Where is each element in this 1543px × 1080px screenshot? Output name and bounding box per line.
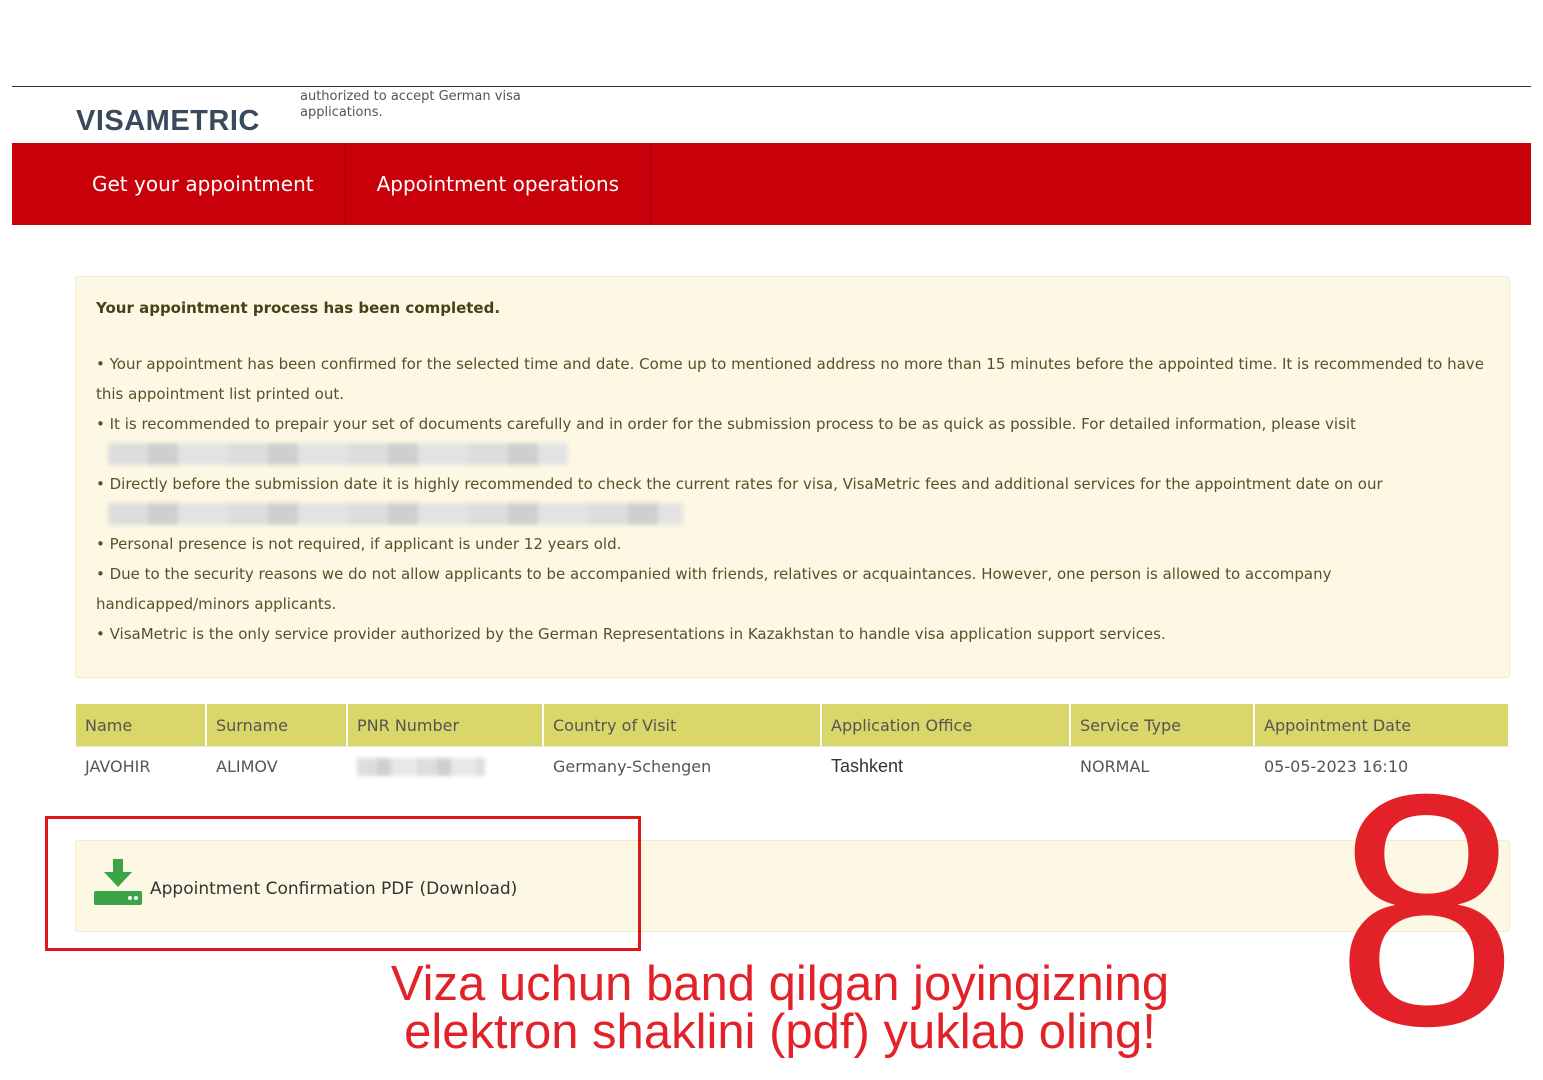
alert-line-security: • Due to the security reasons we do not … <box>96 565 1332 613</box>
cell-name: JAVOHIR <box>76 746 207 786</box>
caption-line-2: elektron shaklini (pdf) yuklab oling! <box>404 1005 1156 1059</box>
nav-appointment-operations[interactable]: Appointment operations <box>346 143 652 225</box>
header-tagline: authorized to accept German visa applica… <box>300 89 521 120</box>
cell-pnr <box>348 746 544 786</box>
alert-line-confirmed: • Your appointment has been confirmed fo… <box>96 355 1484 403</box>
table-header-row: Name Surname PNR Number Country of Visit… <box>76 704 1510 746</box>
col-pnr: PNR Number <box>348 704 544 746</box>
table-row: JAVOHIR ALIMOV Germany-Schengen Tashkent… <box>76 746 1510 786</box>
cell-office: Tashkent <box>822 746 1071 786</box>
site-header: VISAMETRIC authorized to accept German v… <box>12 87 1531 143</box>
nav-get-appointment[interactable]: Get your appointment <box>12 143 346 225</box>
completion-alert: Your appointment process has been comple… <box>75 276 1510 678</box>
redacted-link <box>108 503 683 525</box>
main-navbar: Get your appointment Appointment operati… <box>12 143 1531 225</box>
caption-line-1: Viza uchun band qilgan joyingizning <box>390 957 1170 1011</box>
cell-country: Germany-Schengen <box>544 746 822 786</box>
alert-line-provider: • VisaMetric is the only service provide… <box>96 625 1166 643</box>
visametric-logo[interactable]: VISAMETRIC <box>76 105 260 138</box>
instruction-caption: Viza uchun band qilgan joyingizning elek… <box>200 957 1360 1059</box>
highlight-frame <box>45 816 641 951</box>
redacted-link <box>108 443 568 465</box>
step-number: 8 <box>1335 725 1519 1080</box>
cell-surname: ALIMOV <box>207 746 348 786</box>
appointment-table: Name Surname PNR Number Country of Visit… <box>76 704 1510 786</box>
redacted-pnr <box>357 758 485 777</box>
col-service: Service Type <box>1071 704 1255 746</box>
alert-line-rates: • Directly before the submission date it… <box>96 475 1383 493</box>
col-name: Name <box>76 704 207 746</box>
col-office: Application Office <box>822 704 1071 746</box>
col-surname: Surname <box>207 704 348 746</box>
alert-title: Your appointment process has been comple… <box>96 299 501 317</box>
col-country: Country of Visit <box>544 704 822 746</box>
cell-service: NORMAL <box>1071 746 1255 786</box>
alert-line-presence: • Personal presence is not required, if … <box>96 535 622 553</box>
alert-line-documents: • It is recommended to prepair your set … <box>96 415 1356 433</box>
